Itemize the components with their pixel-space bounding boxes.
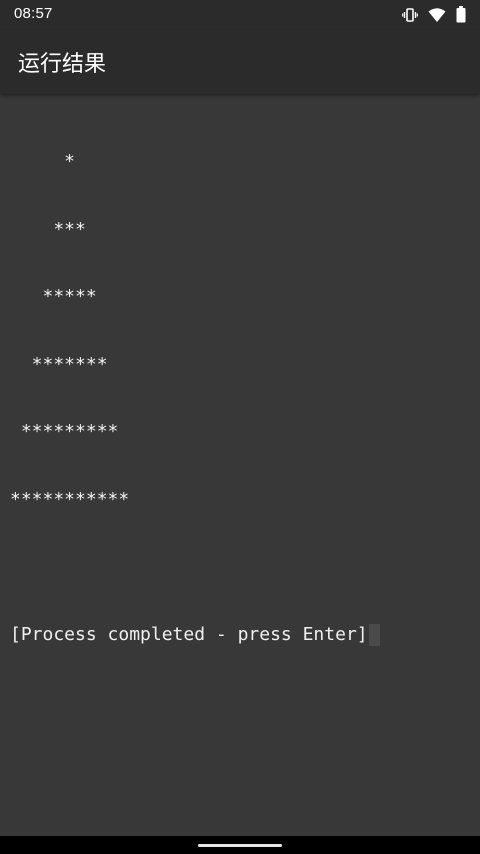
console-line: *********** — [10, 488, 130, 510]
vibrate-icon — [402, 7, 418, 23]
battery-icon — [456, 6, 466, 23]
console-line: ********* — [10, 421, 119, 442]
page-title: 运行结果 — [18, 52, 107, 77]
console-output[interactable]: * *** ***** ******* ********* **********… — [0, 94, 480, 836]
console-line: ******* — [10, 353, 108, 375]
navigation-bar — [0, 836, 480, 854]
status-bar: 08:57 — [0, 0, 480, 30]
console-line: ***** — [10, 286, 97, 307]
process-completed-message: [Process completed - press Enter] — [10, 623, 368, 645]
app-bar: 运行结果 — [0, 30, 480, 94]
status-time: 08:57 — [14, 5, 53, 22]
console-lines: * *** ***** ******* ********* **********… — [0, 94, 480, 691]
console-prompt-line: [Process completed - press Enter] — [10, 623, 470, 647]
wifi-icon — [428, 7, 446, 23]
status-icons — [402, 6, 466, 23]
home-handle[interactable] — [198, 844, 282, 847]
text-cursor[interactable] — [368, 623, 380, 646]
console-line: * — [10, 151, 76, 172]
console-line: *** — [10, 218, 86, 240]
